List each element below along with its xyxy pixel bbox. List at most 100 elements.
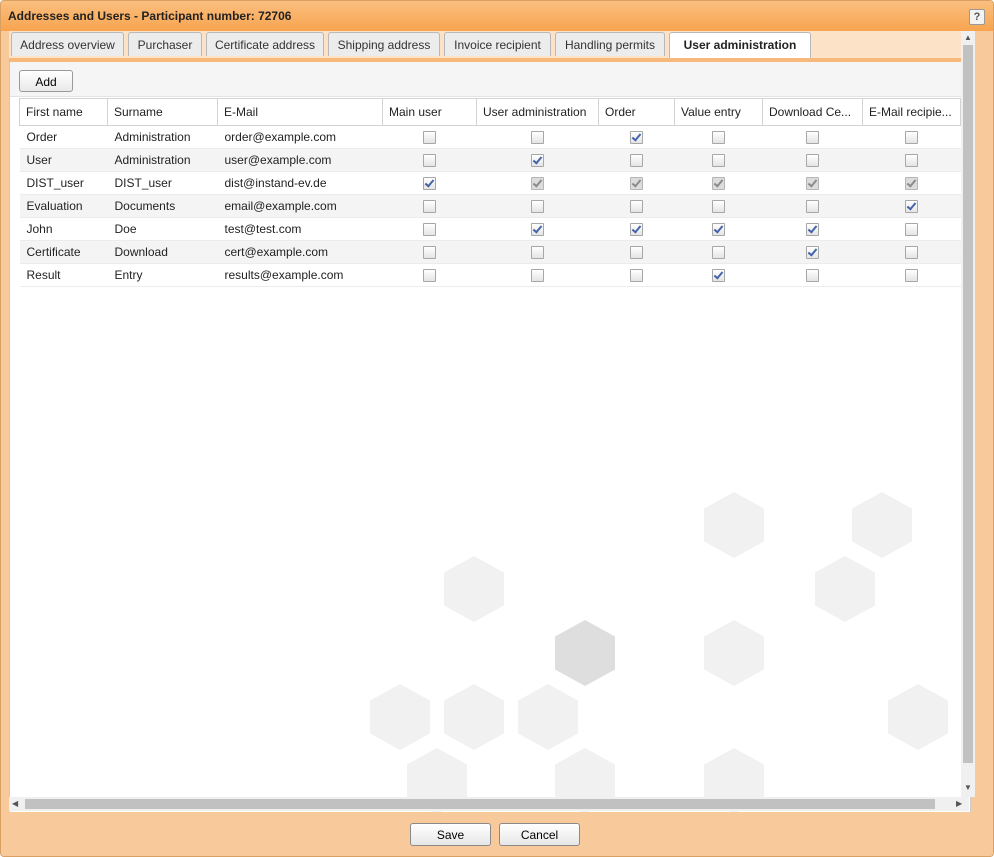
permission-checkbox[interactable] bbox=[423, 269, 436, 283]
vertical-scroll-thumb[interactable] bbox=[963, 45, 973, 763]
vertical-scrollbar[interactable]: ▲ ▼ bbox=[961, 31, 975, 797]
permission-checkbox[interactable] bbox=[806, 223, 819, 237]
scroll-left-icon[interactable]: ◀ bbox=[12, 799, 18, 808]
column-header[interactable]: Main user bbox=[382, 98, 477, 126]
scroll-down-icon[interactable]: ▼ bbox=[964, 783, 972, 792]
save-button[interactable]: Save bbox=[410, 823, 491, 846]
permission-checkbox[interactable] bbox=[806, 246, 819, 260]
permission-checkbox[interactable] bbox=[630, 131, 643, 145]
table-row[interactable]: Order Administration order@example.com bbox=[19, 125, 961, 149]
email-cell: order@example.com bbox=[217, 125, 383, 149]
permission-checkbox[interactable] bbox=[423, 223, 436, 237]
permission-checkbox[interactable] bbox=[905, 269, 918, 283]
permission-checkbox[interactable] bbox=[531, 177, 544, 191]
permission-checkbox[interactable] bbox=[531, 246, 544, 260]
table-row[interactable]: John Doe test@test.com bbox=[19, 217, 961, 241]
add-user-button[interactable]: Add user bbox=[19, 70, 73, 109]
permission-checkbox[interactable] bbox=[630, 223, 643, 237]
column-header[interactable]: First name bbox=[19, 98, 108, 126]
permission-checkbox[interactable] bbox=[806, 177, 819, 191]
permission-checkbox[interactable] bbox=[712, 200, 725, 214]
surname-cell: Administration bbox=[107, 148, 218, 172]
permission-checkbox[interactable] bbox=[423, 200, 436, 214]
tab-purchaser[interactable]: Purchaser bbox=[128, 32, 202, 56]
permission-checkbox[interactable] bbox=[712, 269, 725, 283]
permission-checkbox[interactable] bbox=[423, 246, 436, 260]
permission-checkbox[interactable] bbox=[905, 200, 918, 214]
tab-certificate-address[interactable]: Certificate address bbox=[206, 32, 324, 56]
table-row[interactable]: User Administration user@example.com bbox=[19, 148, 961, 172]
tab-handling-permits[interactable]: Handling permits bbox=[555, 32, 665, 56]
help-icon[interactable]: ? bbox=[969, 9, 985, 25]
permission-checkbox[interactable] bbox=[806, 154, 819, 168]
tab-invoice-recipient[interactable]: Invoice recipient bbox=[444, 32, 551, 56]
table-row[interactable]: Evaluation Documents email@example.com bbox=[19, 194, 961, 218]
user-admin-panel: Add user First nameSurnameE-MailMain use… bbox=[9, 62, 971, 814]
column-header[interactable]: E-Mail recipie... bbox=[862, 98, 961, 126]
first-name-cell: Evaluation bbox=[19, 194, 108, 218]
horizontal-scrollbar[interactable]: ◀ ▶ bbox=[9, 797, 969, 811]
permission-cell bbox=[862, 194, 961, 218]
permission-cell bbox=[598, 263, 675, 287]
permission-checkbox[interactable] bbox=[806, 131, 819, 145]
column-header[interactable]: Surname bbox=[107, 98, 218, 126]
permission-cell bbox=[476, 125, 599, 149]
permission-checkbox[interactable] bbox=[905, 154, 918, 168]
permission-checkbox[interactable] bbox=[905, 177, 918, 191]
permission-checkbox[interactable] bbox=[531, 131, 544, 145]
tab-user-administration[interactable]: User administration bbox=[669, 32, 811, 59]
hex-decoration bbox=[704, 620, 764, 686]
first-name-cell: DIST_user bbox=[19, 171, 108, 195]
column-header[interactable]: Order bbox=[598, 98, 675, 126]
permission-checkbox[interactable] bbox=[712, 131, 725, 145]
permission-cell bbox=[382, 125, 477, 149]
title-bar[interactable]: Addresses and Users - Participant number… bbox=[1, 1, 993, 31]
permission-cell bbox=[674, 217, 763, 241]
column-header[interactable]: Value entry bbox=[674, 98, 763, 126]
scroll-up-icon[interactable]: ▲ bbox=[964, 33, 972, 42]
permission-checkbox[interactable] bbox=[630, 177, 643, 191]
permission-checkbox[interactable] bbox=[423, 154, 436, 168]
permission-checkbox[interactable] bbox=[806, 200, 819, 214]
cancel-button[interactable]: Cancel bbox=[499, 823, 580, 846]
permission-checkbox[interactable] bbox=[630, 154, 643, 168]
permission-checkbox[interactable] bbox=[806, 269, 819, 283]
permission-cell bbox=[382, 148, 477, 172]
permission-checkbox[interactable] bbox=[905, 131, 918, 145]
permission-cell bbox=[476, 148, 599, 172]
horizontal-scroll-thumb[interactable] bbox=[25, 799, 935, 809]
surname-cell: Doe bbox=[107, 217, 218, 241]
email-cell: dist@instand-ev.de bbox=[217, 171, 383, 195]
permission-checkbox[interactable] bbox=[712, 154, 725, 168]
column-header[interactable]: E-Mail bbox=[217, 98, 383, 126]
tab-address-overview[interactable]: Address overview bbox=[11, 32, 124, 56]
permission-checkbox[interactable] bbox=[531, 269, 544, 283]
permission-checkbox[interactable] bbox=[423, 131, 436, 145]
permission-checkbox[interactable] bbox=[531, 200, 544, 214]
permission-cell bbox=[762, 125, 863, 149]
permission-cell bbox=[476, 217, 599, 241]
table-row[interactable]: DIST_user DIST_user dist@instand-ev.de bbox=[19, 171, 961, 195]
permission-checkbox[interactable] bbox=[712, 223, 725, 237]
permission-checkbox[interactable] bbox=[712, 177, 725, 191]
permission-cell bbox=[674, 148, 763, 172]
permission-checkbox[interactable] bbox=[630, 246, 643, 260]
column-header[interactable]: Download Ce... bbox=[762, 98, 863, 126]
table-row[interactable]: Certificate Download cert@example.com bbox=[19, 240, 961, 264]
permission-checkbox[interactable] bbox=[712, 246, 725, 260]
hex-decoration bbox=[444, 684, 504, 750]
tab-shipping-address[interactable]: Shipping address bbox=[328, 32, 440, 56]
permission-checkbox[interactable] bbox=[531, 223, 544, 237]
scroll-right-icon[interactable]: ▶ bbox=[956, 799, 962, 808]
hex-decoration bbox=[518, 684, 578, 750]
permission-checkbox[interactable] bbox=[905, 246, 918, 260]
column-header[interactable]: User administration bbox=[476, 98, 599, 126]
email-cell: user@example.com bbox=[217, 148, 383, 172]
permission-checkbox[interactable] bbox=[423, 177, 436, 191]
permission-checkbox[interactable] bbox=[531, 154, 544, 168]
table-row[interactable]: Result Entry results@example.com bbox=[19, 263, 961, 287]
permission-checkbox[interactable] bbox=[630, 200, 643, 214]
permission-checkbox[interactable] bbox=[630, 269, 643, 283]
permission-checkbox[interactable] bbox=[905, 223, 918, 237]
hex-decoration bbox=[370, 684, 430, 750]
